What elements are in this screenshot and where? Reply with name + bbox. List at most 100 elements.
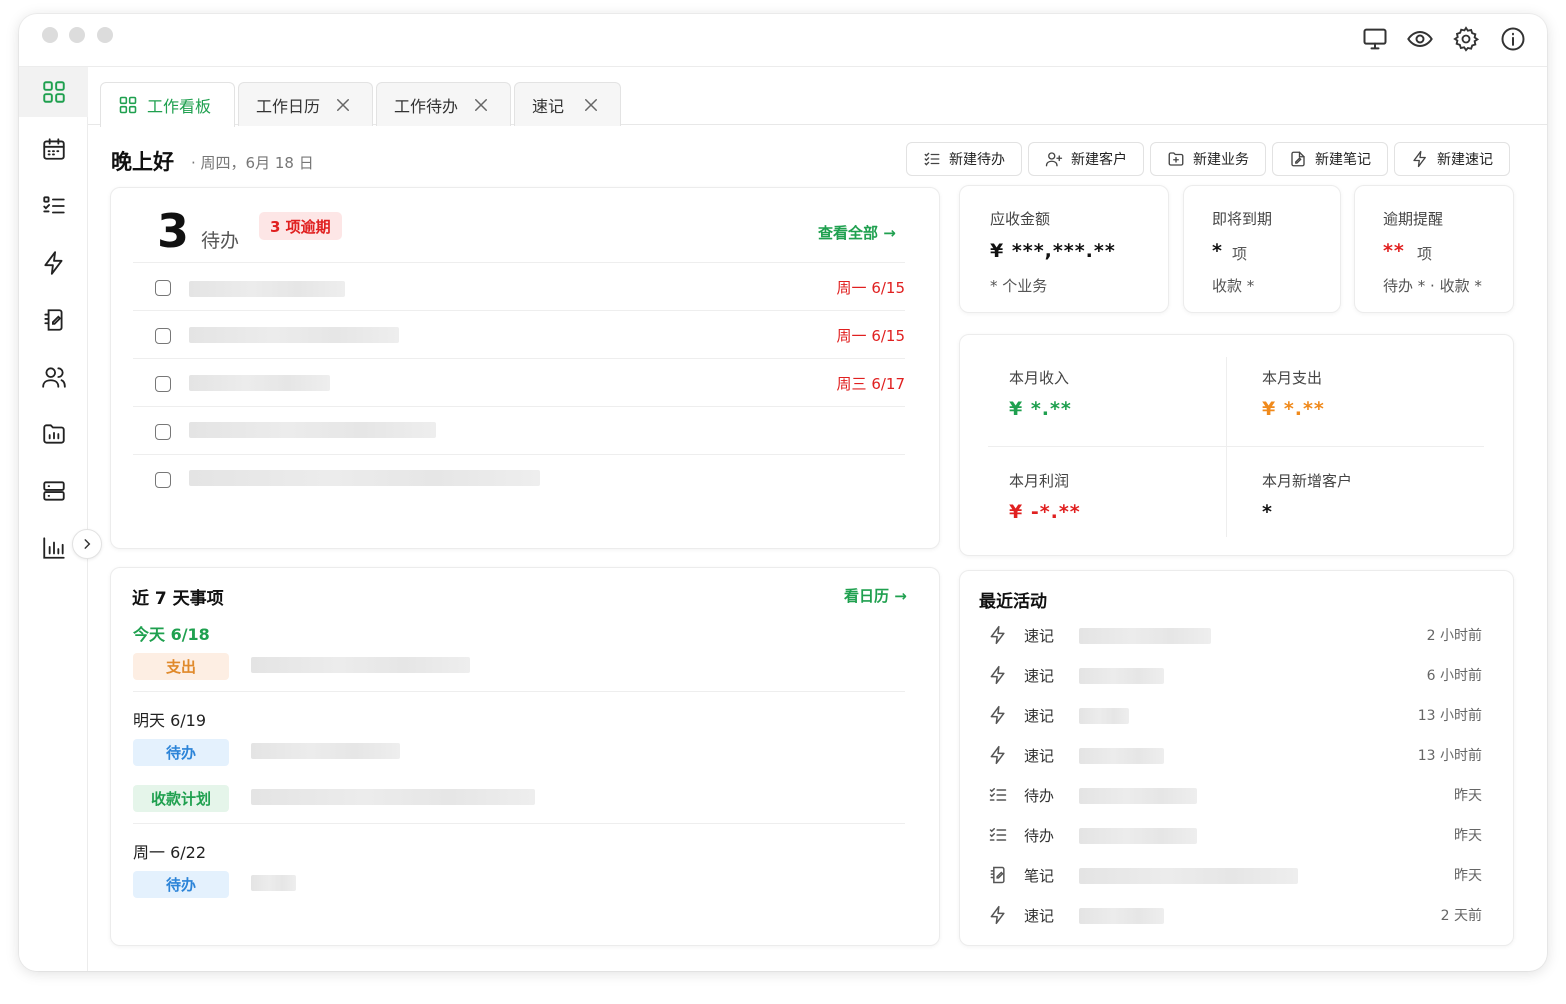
tab-quicknote[interactable]: 速记 bbox=[514, 82, 621, 126]
button-label: 新建速记 bbox=[1437, 152, 1493, 168]
todo-row[interactable]: 周一 6/15 bbox=[133, 310, 905, 358]
monthly-stats-card: 本月收入 ¥ *.** 本月支出 ¥ *.** 本月利润 ¥ -*.** 本月新… bbox=[959, 334, 1514, 556]
activity-row[interactable]: 待办 昨天 bbox=[978, 815, 1498, 855]
redacted-text bbox=[1079, 908, 1164, 924]
sidebar-item-calendar[interactable] bbox=[19, 124, 88, 174]
sidebar-item-todo[interactable] bbox=[19, 181, 88, 231]
monitor-icon[interactable] bbox=[1361, 25, 1389, 53]
button-label: 新建业务 bbox=[1193, 152, 1249, 168]
sidebar-item-quicknote[interactable] bbox=[19, 238, 88, 288]
users-icon bbox=[41, 367, 66, 388]
activity-type: 待办 bbox=[1024, 787, 1055, 805]
tab-label: 速记 bbox=[532, 96, 565, 116]
tab-dashboard[interactable]: 工作看板 bbox=[100, 82, 235, 127]
new-note-button[interactable]: 新建笔记 bbox=[1272, 142, 1388, 176]
todo-checkbox[interactable] bbox=[155, 472, 171, 488]
activity-time: 昨天 bbox=[1454, 828, 1482, 844]
activity-row[interactable]: 笔记 昨天 bbox=[978, 855, 1498, 895]
bolt-icon bbox=[990, 705, 1005, 725]
sidebar bbox=[19, 67, 102, 971]
activity-type: 速记 bbox=[1024, 707, 1055, 725]
sidebar-item-dashboard[interactable] bbox=[19, 67, 88, 117]
new-todo-button[interactable]: 新建待办 bbox=[906, 142, 1022, 176]
todo-row[interactable]: 周一 6/15 bbox=[133, 262, 905, 310]
activity-time: 昨天 bbox=[1454, 788, 1482, 804]
divider bbox=[133, 691, 905, 692]
checklist-icon bbox=[989, 788, 1007, 801]
sidebar-item-notes[interactable] bbox=[19, 295, 88, 345]
activity-type: 速记 bbox=[1024, 667, 1055, 685]
expiring-label: 即将到期 bbox=[1212, 210, 1273, 228]
todo-checkbox[interactable] bbox=[155, 424, 171, 440]
overdue-card[interactable]: 逾期提醒 ** 项 待办 * · 收款 * bbox=[1354, 185, 1514, 313]
todo-due-date: 周一 6/15 bbox=[836, 327, 905, 345]
new-business-button[interactable]: 新建业务 bbox=[1150, 142, 1266, 176]
chevron-right-icon bbox=[84, 539, 91, 549]
tab-todo[interactable]: 工作待办 bbox=[376, 82, 511, 126]
day-label: 今天 6/18 bbox=[133, 625, 210, 644]
receivable-label: 应收金额 bbox=[990, 210, 1051, 228]
todo-checkbox[interactable] bbox=[155, 328, 171, 344]
recent-activity-card: 最近活动 速记 2 小时前 速记 6 小时前 速记 13 小时前 速记 13 小… bbox=[959, 570, 1514, 946]
tab-bar: 工作看板 工作日历 工作待办 速记 bbox=[88, 67, 1547, 127]
close-icon[interactable] bbox=[582, 96, 600, 114]
window-minimize-button[interactable] bbox=[69, 27, 85, 43]
bar-chart-icon bbox=[42, 537, 65, 559]
sidebar-item-business[interactable] bbox=[19, 409, 88, 459]
redacted-text bbox=[251, 743, 400, 759]
activity-row[interactable]: 速记 13 小时前 bbox=[978, 735, 1498, 775]
new-customers-value: * bbox=[1262, 501, 1273, 523]
receivable-card[interactable]: 应收金额 ¥ ***,***.** * 个业务 bbox=[959, 185, 1169, 313]
close-icon[interactable] bbox=[334, 96, 352, 114]
new-customer-button[interactable]: 新建客户 bbox=[1028, 142, 1144, 176]
activity-row[interactable]: 速记 2 天前 bbox=[978, 895, 1498, 935]
sidebar-item-storage[interactable] bbox=[19, 466, 88, 516]
view-all-link[interactable]: 查看全部 → bbox=[818, 222, 896, 243]
income-label: 本月收入 bbox=[1009, 369, 1070, 387]
day-label: 周一 6/22 bbox=[133, 843, 207, 862]
window-close-button[interactable] bbox=[42, 27, 58, 43]
gear-icon[interactable] bbox=[1452, 25, 1480, 53]
eye-icon[interactable] bbox=[1406, 25, 1434, 53]
todo-checkbox[interactable] bbox=[155, 280, 171, 296]
current-date: · 周四，6月 18 日 bbox=[191, 154, 314, 172]
bolt-icon bbox=[990, 665, 1005, 685]
bolt-icon bbox=[990, 905, 1005, 925]
user-plus-icon bbox=[1045, 152, 1063, 167]
overdue-unit: 项 bbox=[1417, 245, 1433, 263]
overdue-badge: 3 项逾期 bbox=[259, 212, 342, 240]
button-label: 新建客户 bbox=[1071, 152, 1127, 168]
button-label: 新建待办 bbox=[949, 152, 1005, 168]
activity-row[interactable]: 速记 6 小时前 bbox=[978, 655, 1498, 695]
todo-row[interactable] bbox=[133, 406, 905, 454]
new-quicknote-button[interactable]: 新建速记 bbox=[1394, 142, 1510, 176]
redacted-text bbox=[1079, 868, 1298, 884]
redacted-text bbox=[1079, 628, 1211, 644]
sidebar-expand-button[interactable] bbox=[72, 529, 102, 559]
info-icon[interactable] bbox=[1499, 25, 1527, 53]
expiring-card[interactable]: 即将到期 * 项 收款 * bbox=[1183, 185, 1341, 313]
expense-label: 本月支出 bbox=[1262, 369, 1323, 387]
sidebar-item-customers[interactable] bbox=[19, 352, 88, 402]
todo-row[interactable] bbox=[133, 454, 905, 502]
note-icon bbox=[1291, 151, 1305, 167]
redacted-text bbox=[251, 789, 535, 805]
todo-row[interactable]: 周三 6/17 bbox=[133, 358, 905, 406]
event-tag: 支出 bbox=[133, 653, 229, 680]
activity-row[interactable]: 速记 2 小时前 bbox=[978, 615, 1498, 655]
window-maximize-button[interactable] bbox=[97, 27, 113, 43]
activity-time: 2 小时前 bbox=[1426, 628, 1482, 644]
todo-card: 3 待办 3 项逾期 查看全部 → 周一 6/15 周一 6/15 周三 6/1… bbox=[110, 187, 940, 549]
todo-checkbox[interactable] bbox=[155, 376, 171, 392]
view-calendar-link[interactable]: 看日历 → bbox=[844, 585, 907, 606]
redacted-text bbox=[189, 375, 330, 391]
tab-calendar[interactable]: 工作日历 bbox=[238, 82, 373, 126]
activity-row[interactable]: 待办 昨天 bbox=[978, 775, 1498, 815]
tab-label: 工作日历 bbox=[256, 96, 321, 116]
redacted-text bbox=[1079, 708, 1129, 724]
activity-time: 6 小时前 bbox=[1426, 668, 1482, 684]
activity-row[interactable]: 速记 13 小时前 bbox=[978, 695, 1498, 735]
activity-type: 速记 bbox=[1024, 747, 1055, 765]
profit-value: ¥ -*.** bbox=[1009, 501, 1081, 523]
close-icon[interactable] bbox=[472, 96, 490, 114]
